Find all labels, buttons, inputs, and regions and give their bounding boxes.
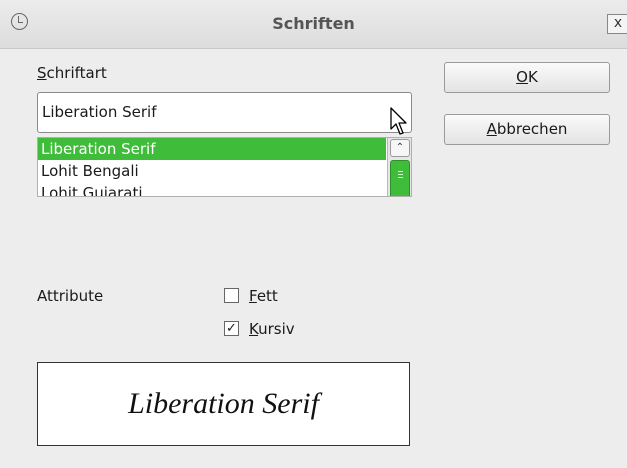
bold-access-key: F	[249, 287, 257, 305]
bold-checkbox[interactable]	[224, 288, 239, 303]
list-item[interactable]: Lohit Bengali	[38, 160, 386, 182]
italic-checkbox[interactable]: ✓	[224, 321, 239, 336]
font-family-label-rest: chriftart	[46, 64, 107, 82]
italic-label-rest: ursiv	[258, 320, 295, 338]
scrollbar-thumb[interactable]	[390, 160, 410, 196]
font-family-label-access-key: S	[37, 64, 47, 82]
list-item[interactable]: Lohit Gujarati	[38, 182, 386, 196]
grip-icon	[398, 171, 403, 172]
bold-label-rest: ett	[256, 287, 278, 305]
font-family-combobox-value: Liberation Serif	[42, 103, 157, 121]
title-bar: Schriften x	[0, 0, 627, 49]
ok-button-label: K	[527, 68, 538, 86]
chevron-up-icon[interactable]: ⌃	[390, 139, 410, 157]
italic-checkbox-label[interactable]: Kursiv	[249, 320, 295, 338]
list-scrollbar[interactable]: ⌃	[387, 138, 411, 196]
font-preview: Liberation Serif	[37, 362, 410, 446]
font-preview-text: Liberation Serif	[128, 387, 319, 420]
window-title: Schriften	[272, 14, 355, 33]
mouse-pointer-icon	[390, 107, 407, 135]
ok-button-access-key: O	[516, 68, 528, 86]
list-item[interactable]: Liberation Serif	[38, 138, 386, 160]
close-button[interactable]: x	[607, 14, 627, 34]
cancel-button[interactable]: Abbrechen	[444, 114, 610, 145]
cancel-button-access-key: A	[486, 120, 497, 138]
font-family-list[interactable]: Liberation Serif Lohit Bengali Lohit Guj…	[37, 137, 412, 197]
ok-button[interactable]: OK	[444, 62, 610, 93]
font-family-label: Schriftart	[37, 64, 107, 82]
cancel-button-label: bbrechen	[496, 120, 568, 138]
font-family-combobox[interactable]: Liberation Serif	[37, 92, 412, 133]
bold-checkbox-label[interactable]: Fett	[249, 287, 278, 305]
attributes-label: Attribute	[37, 287, 104, 305]
italic-access-key: K	[249, 320, 259, 338]
